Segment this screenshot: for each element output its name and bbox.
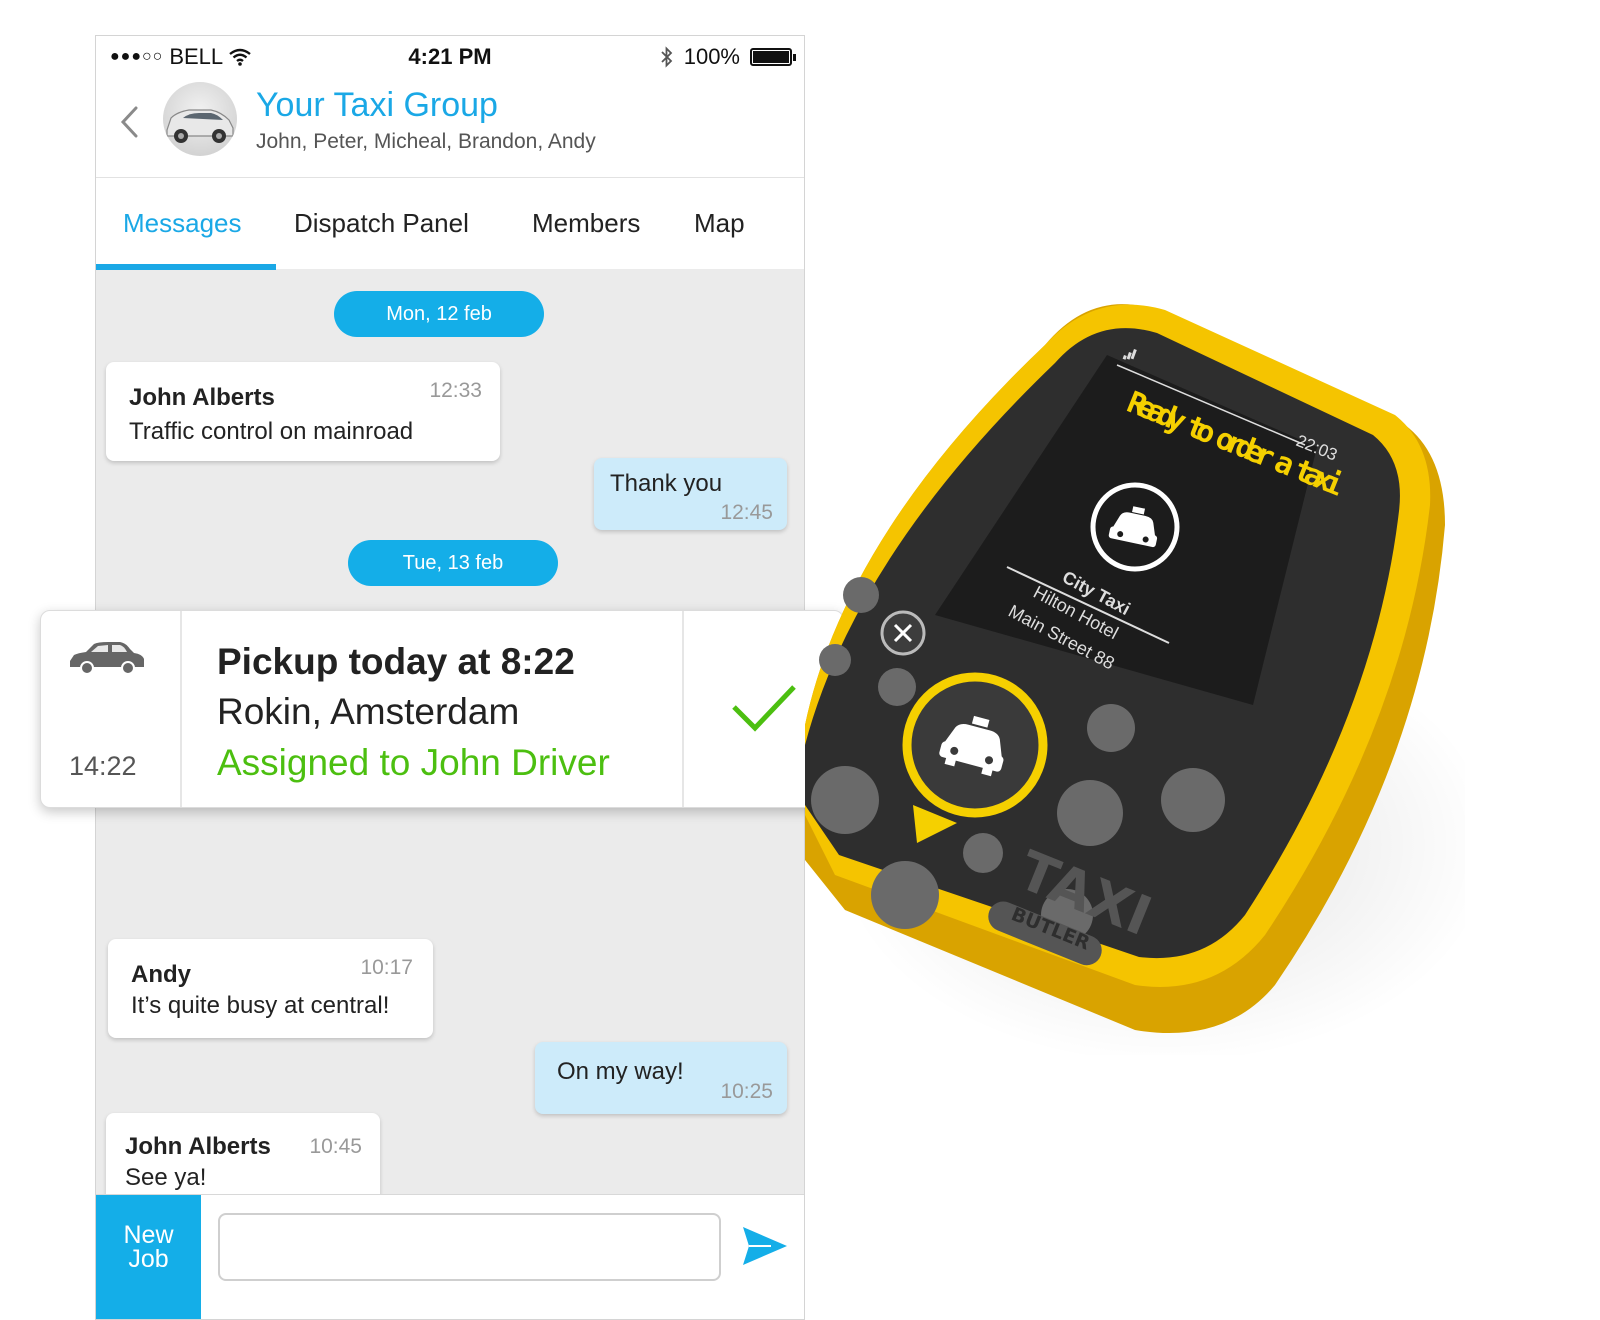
message-bubble-outgoing: Thank you 12:45 (594, 458, 787, 530)
tab-bar: Messages Dispatch Panel Members Map (96, 177, 804, 270)
pickup-job-card[interactable]: 14:22 Pickup today at 8:22 Rokin, Amster… (40, 610, 844, 808)
status-bar: ●●●○○ BELL 4:21 PM 100% (96, 36, 804, 76)
message-bubble-incoming: John Alberts 12:33 Traffic control on ma… (106, 362, 500, 461)
group-avatar[interactable] (163, 82, 237, 156)
pickup-location: Rokin, Amsterdam (217, 691, 520, 732)
send-icon[interactable] (741, 1225, 789, 1267)
battery-percent: 100% (683, 44, 740, 69)
message-bubble-outgoing: On my way! 10:25 (535, 1042, 787, 1114)
message-text: On my way! (557, 1058, 684, 1085)
message-sender: Andy (131, 961, 191, 988)
message-text: Traffic control on mainroad (129, 418, 414, 445)
chat-header: ●●●○○ BELL 4:21 PM 100% Your Taxi Group … (96, 36, 804, 270)
card-divider (180, 611, 182, 807)
message-time: 12:33 (429, 379, 482, 402)
taxi-butler-device: 22:03 Ready to order a taxi City Taxi Hi… (805, 304, 1465, 1055)
message-text: It’s quite busy at central! (131, 992, 390, 1019)
tab-map[interactable]: Map (694, 208, 745, 239)
car-photo-icon (166, 109, 234, 143)
check-icon[interactable] (731, 683, 797, 733)
pickup-title: Pickup today at 8:22 (217, 641, 575, 682)
message-time: 12:45 (720, 501, 773, 524)
message-text: See ya! (125, 1164, 207, 1191)
message-text: Thank you (610, 470, 723, 497)
group-members: John, Peter, Micheal, Brandon, Andy (256, 130, 596, 153)
back-chevron-icon[interactable] (114, 102, 144, 142)
car-icon (70, 642, 144, 675)
new-job-button[interactable]: New Job (96, 1195, 201, 1319)
active-tab-indicator (96, 264, 276, 270)
bluetooth-icon (661, 46, 672, 68)
message-sender: John Alberts (125, 1133, 271, 1160)
pickup-status: Assigned to John Driver (217, 742, 610, 783)
tab-members[interactable]: Members (532, 208, 640, 239)
message-time: 10:25 (720, 1080, 773, 1103)
pickup-time: 14:22 (69, 751, 137, 781)
card-divider (682, 611, 684, 807)
message-sender: John Alberts (129, 384, 275, 411)
message-time: 10:45 (309, 1135, 362, 1158)
message-time: 10:17 (360, 956, 413, 979)
group-title[interactable]: Your Taxi Group (256, 86, 498, 125)
message-bubble-incoming: Andy 10:17 It’s quite busy at central! (108, 939, 433, 1038)
composer-bar: New Job (96, 1194, 804, 1319)
date-separator: Tue, 13 feb (348, 540, 558, 586)
message-input[interactable] (218, 1213, 721, 1281)
message-bubble-incoming: John Alberts 10:45 See ya! (106, 1113, 380, 1203)
tab-dispatch-panel[interactable]: Dispatch Panel (294, 208, 469, 239)
battery-icon (750, 48, 796, 66)
date-separator: Mon, 12 feb (334, 291, 544, 337)
tab-messages[interactable]: Messages (123, 208, 242, 239)
